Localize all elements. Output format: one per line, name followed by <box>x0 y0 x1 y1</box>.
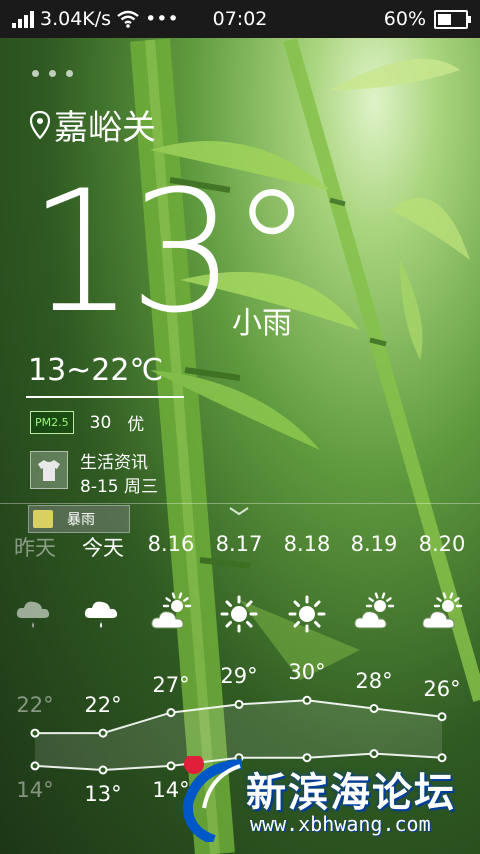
forecast-divider <box>0 503 480 504</box>
life-info-date: 8-15 周三 <box>80 477 158 497</box>
low-temp-point <box>98 765 108 775</box>
pm25-value: 30 <box>89 412 112 433</box>
drag-handle-icon[interactable] <box>228 506 250 516</box>
forum-watermark: 新滨海论坛 www.xbhwang.com <box>180 756 480 846</box>
weather-main[interactable]: 嘉峪关 13° 小雨 13~22℃ PM2.5 30 优 生活资讯 8-15 周… <box>0 0 480 854</box>
high-temp-point <box>30 728 40 738</box>
forecast-day-label: 8.16 <box>147 532 195 556</box>
high-temp-point <box>166 708 176 718</box>
location-pin-icon <box>30 110 50 139</box>
forecast-day-label: 今天 <box>82 536 124 560</box>
pm25-badge: PM2.5 <box>30 411 74 434</box>
watermark-title: 新滨海论坛 <box>246 770 456 816</box>
status-bar: 3.04K/s ••• 07:02 60% <box>0 0 480 38</box>
forecast-icons <box>0 592 480 636</box>
storm-warning-icon <box>33 510 53 528</box>
battery-fill <box>438 13 452 25</box>
pm25-quality: 优 <box>127 415 145 435</box>
cloud-rain-icon <box>81 592 125 636</box>
status-right: 60% <box>383 8 471 30</box>
forecast-day-label: 8.20 <box>418 532 466 556</box>
high-temp-point <box>437 712 447 722</box>
high-temp-point <box>302 695 312 705</box>
forecast-day-label: 8.19 <box>350 532 398 556</box>
high-temp-label: 22° <box>84 693 122 718</box>
cloud-rain-icon <box>13 592 57 636</box>
forecast-day-label: 昨天 <box>14 536 56 560</box>
high-temp-label: 29° <box>220 664 258 689</box>
watermark-url: www.xbhwang.com <box>250 812 431 836</box>
high-temp-point <box>98 728 108 738</box>
city-name: 嘉峪关 <box>54 108 156 148</box>
low-temp-label: 14° <box>16 777 54 802</box>
partly-sunny-icon <box>352 592 396 636</box>
sun-icon <box>285 592 329 636</box>
high-temp-point <box>369 704 379 713</box>
high-temp-label: 22° <box>16 693 54 718</box>
forum-logo-icon <box>182 756 243 842</box>
battery-icon <box>434 9 471 29</box>
weather-condition: 小雨 <box>232 306 292 341</box>
forecast-day-label: 8.18 <box>283 532 331 556</box>
high-temp-label: 30° <box>288 660 326 685</box>
low-temp-point <box>166 761 176 771</box>
high-temp-point <box>234 699 244 709</box>
sun-icon <box>217 592 261 636</box>
air-quality[interactable]: PM2.5 30 优 <box>30 410 144 435</box>
weather-alert-badge[interactable]: 暴雨 <box>28 505 130 533</box>
city-selector[interactable]: 嘉峪关 <box>30 100 156 149</box>
shirt-icon <box>30 451 68 489</box>
high-temp-label: 28° <box>355 668 393 693</box>
high-temp-label: 26° <box>423 676 461 701</box>
high-temp-label: 27° <box>152 672 190 697</box>
life-info[interactable]: 生活资讯 8-15 周三 <box>30 451 158 499</box>
low-temp-label: 13° <box>84 782 122 806</box>
range-underline <box>26 396 184 398</box>
low-temp-point <box>30 761 40 771</box>
partly-sunny-icon <box>149 592 193 636</box>
life-info-title: 生活资讯 <box>80 453 148 473</box>
page-indicator <box>32 70 73 77</box>
forecast-day-label: 8.17 <box>215 532 263 556</box>
alert-text: 暴雨 <box>67 512 95 528</box>
temperature-range: 13~22℃ <box>28 353 164 388</box>
forecast-days: 昨天 今天 8.16 8.17 8.18 8.19 8.20 <box>0 532 480 562</box>
battery-percent: 60% <box>383 8 426 30</box>
partly-sunny-icon <box>420 592 464 636</box>
